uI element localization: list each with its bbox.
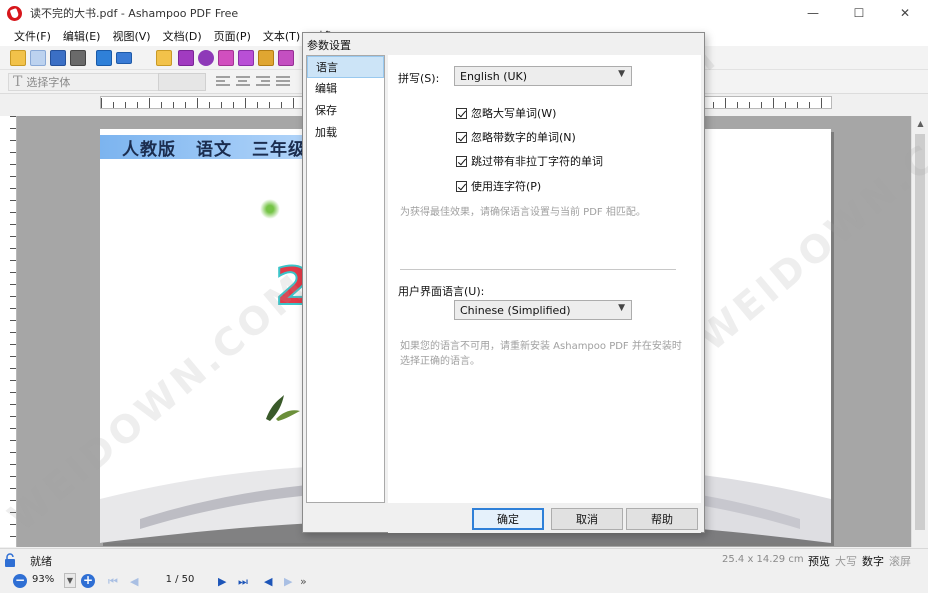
ignore-uppercase-checkbox[interactable]: 忽略大写单词(W) bbox=[456, 105, 556, 121]
shape-icon[interactable] bbox=[198, 50, 214, 66]
marker-icon[interactable] bbox=[258, 50, 274, 66]
banner-grade: 三年级 bbox=[252, 139, 306, 160]
font-size-selector[interactable] bbox=[158, 73, 206, 91]
menu-view[interactable]: 视图(V) bbox=[106, 28, 156, 44]
window-controls: — ☐ ✕ bbox=[790, 0, 928, 26]
page-indicator[interactable]: 1 / 50 bbox=[160, 574, 200, 585]
navigation-bar: − 93% ▼ + ⏮ ◀ 1 / 50 ▶ ⏭ ◀ ▶ » bbox=[0, 570, 928, 593]
plant-graphic bbox=[266, 395, 300, 421]
zoom-in-button[interactable]: + bbox=[81, 574, 95, 588]
vertical-scrollbar[interactable]: ▲ bbox=[911, 116, 928, 547]
scroll-up-icon[interactable]: ▲ bbox=[912, 116, 928, 130]
menu-page[interactable]: 页面(P) bbox=[208, 28, 257, 44]
help-button[interactable]: 帮助 bbox=[626, 508, 698, 530]
spelling-hint: 为获得最佳效果，请确保语言设置与当前 PDF 相匹配。 bbox=[400, 207, 646, 218]
menu-file[interactable]: 文件(F) bbox=[8, 28, 57, 44]
ui-language-hint: 如果您的语言不可用，请重新安装 Ashampoo PDF 并在安装时选择正确的语… bbox=[400, 341, 682, 367]
print-icon[interactable] bbox=[70, 50, 86, 66]
font-placeholder: 选择字体 bbox=[26, 76, 71, 89]
page-dimensions: 25.4 x 14.29 cm bbox=[722, 554, 804, 565]
ui-language-value: Chinese (Simplified) bbox=[460, 303, 571, 317]
align-left-icon[interactable] bbox=[216, 76, 230, 88]
note-icon[interactable] bbox=[156, 50, 172, 66]
spelling-label: 拼写(S): bbox=[398, 72, 440, 85]
indicator-caps: 大写 bbox=[835, 555, 857, 568]
scrollbar-thumb[interactable] bbox=[915, 134, 925, 530]
window-title: 读不完的大书.pdf - Ashampoo PDF Free bbox=[30, 7, 239, 20]
keyboard-indicators: 预览 大写 数字 滚屏 bbox=[808, 553, 911, 569]
pen-icon[interactable] bbox=[238, 50, 254, 66]
first-page-icon[interactable]: ⏮ bbox=[108, 575, 118, 589]
banner-subject: 语文 bbox=[196, 139, 232, 160]
chevron-down-icon: ▼ bbox=[618, 303, 625, 313]
maximize-button[interactable]: ☐ bbox=[836, 0, 882, 26]
app-logo-icon bbox=[7, 5, 22, 21]
preferences-nav: 语言 编辑 保存 加载 bbox=[306, 55, 385, 503]
ui-language-select[interactable]: Chinese (Simplified) ▼ bbox=[454, 300, 632, 320]
preferences-dialog: 参数设置 语言 编辑 保存 加载 拼写(S): English (UK) ▼ 忽… bbox=[302, 32, 705, 533]
title-bar: 读不完的大书.pdf - Ashampoo PDF Free — ☐ ✕ bbox=[0, 0, 928, 26]
spelling-language-select[interactable]: English (UK) ▼ bbox=[454, 66, 632, 86]
indicator-scroll: 滚屏 bbox=[889, 555, 911, 568]
language-settings-panel: 拼写(S): English (UK) ▼ 忽略大写单词(W) 忽略带数字的单词… bbox=[388, 55, 701, 503]
use-hyphenation-checkbox[interactable]: 使用连字符(P) bbox=[456, 178, 541, 194]
menu-document[interactable]: 文档(D) bbox=[157, 28, 208, 44]
highlight-icon[interactable] bbox=[218, 50, 234, 66]
eraser-icon[interactable] bbox=[278, 50, 294, 66]
checkbox-label: 忽略带数字的单词(N) bbox=[471, 131, 576, 144]
checkbox-label: 使用连字符(P) bbox=[471, 180, 542, 193]
checkbox-checked-icon bbox=[456, 155, 467, 167]
chevron-down-icon: ▼ bbox=[618, 69, 625, 79]
back-icon[interactable]: ◀ bbox=[264, 575, 272, 588]
zoom-dropdown-icon[interactable]: ▼ bbox=[64, 573, 76, 588]
close-button[interactable]: ✕ bbox=[882, 0, 928, 26]
forward-icon[interactable]: ▶ bbox=[284, 575, 292, 588]
align-right-icon[interactable] bbox=[256, 76, 270, 88]
cancel-button[interactable]: 取消 bbox=[551, 508, 623, 530]
font-icon: T bbox=[13, 74, 23, 90]
section-divider bbox=[400, 269, 676, 270]
nav-item-load[interactable]: 加载 bbox=[307, 122, 384, 144]
text-cursor-icon[interactable] bbox=[96, 50, 112, 66]
status-message: 就绪 bbox=[30, 555, 52, 568]
checkbox-checked-icon bbox=[456, 107, 467, 119]
justify-icon[interactable] bbox=[276, 76, 290, 88]
status-bar: 就绪 25.4 x 14.29 cm 预览 大写 数字 滚屏 bbox=[0, 548, 928, 570]
zoom-out-button[interactable]: − bbox=[13, 574, 27, 588]
align-center-icon[interactable] bbox=[236, 76, 250, 88]
dialog-title: 参数设置 bbox=[307, 39, 351, 52]
indicator-num: 数字 bbox=[862, 555, 884, 568]
last-page-icon[interactable]: ⏭ bbox=[238, 575, 248, 589]
stamp-icon[interactable] bbox=[178, 50, 194, 66]
checkbox-checked-icon bbox=[456, 180, 467, 192]
banner-publisher: 人教版 bbox=[122, 139, 176, 160]
vertical-ruler bbox=[0, 116, 17, 547]
open-folder-icon[interactable] bbox=[10, 50, 26, 66]
checkbox-checked-icon bbox=[456, 131, 467, 143]
new-document-icon[interactable] bbox=[30, 50, 46, 66]
ignore-numbers-checkbox[interactable]: 忽略带数字的单词(N) bbox=[456, 129, 576, 145]
menu-edit[interactable]: 编辑(E) bbox=[57, 28, 107, 44]
indicator-preview: 预览 bbox=[808, 555, 830, 568]
sparkle-graphic bbox=[260, 199, 280, 219]
ok-button[interactable]: 确定 bbox=[472, 508, 544, 530]
minimize-button[interactable]: — bbox=[790, 0, 836, 26]
nav-item-save[interactable]: 保存 bbox=[307, 100, 384, 122]
more-icon[interactable]: » bbox=[300, 575, 307, 588]
checkbox-label: 跳过带有非拉丁字符的单词 bbox=[471, 155, 603, 168]
dialog-footer: 确定 取消 帮助 bbox=[388, 503, 701, 533]
nav-item-edit[interactable]: 编辑 bbox=[307, 78, 384, 100]
ui-language-label: 用户界面语言(U): bbox=[398, 285, 485, 298]
nav-item-language[interactable]: 语言 bbox=[307, 56, 384, 78]
zoom-level[interactable]: 93% bbox=[32, 574, 54, 585]
menu-text[interactable]: 文本(T) bbox=[257, 28, 306, 44]
lock-open-icon[interactable] bbox=[4, 553, 16, 567]
spelling-language-value: English (UK) bbox=[460, 69, 528, 83]
checkbox-label: 忽略大写单词(W) bbox=[471, 107, 557, 120]
save-icon[interactable] bbox=[50, 50, 66, 66]
next-page-icon[interactable]: ▶ bbox=[218, 575, 226, 588]
previous-page-icon[interactable]: ◀ bbox=[130, 575, 138, 588]
skip-non-latin-checkbox[interactable]: 跳过带有非拉丁字符的单词 bbox=[456, 153, 603, 169]
hand-tool-icon[interactable] bbox=[116, 52, 132, 64]
